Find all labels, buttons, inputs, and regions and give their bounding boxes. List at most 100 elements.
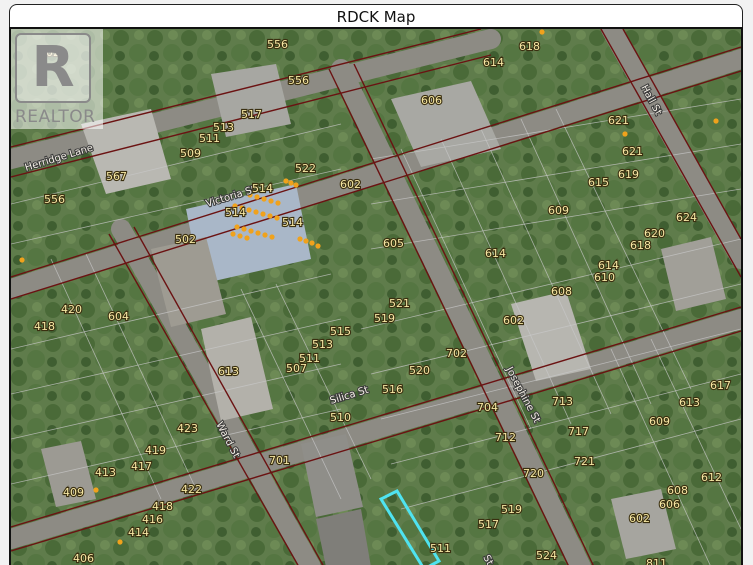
point-marker	[19, 257, 25, 263]
lot-number-label: 610	[594, 271, 615, 284]
lot-number-label: 418	[152, 500, 173, 513]
lot-number-label: 614	[483, 56, 504, 69]
lot-number-label: 606	[659, 498, 680, 511]
lot-number-label: 416	[142, 513, 163, 526]
lot-number-label: 514	[252, 182, 273, 195]
lot-number-label: 418	[34, 320, 55, 333]
lot-number-label: 608	[551, 285, 572, 298]
realtor-wordmark: REALTOR	[15, 107, 96, 127]
point-marker	[274, 215, 280, 221]
point-marker	[288, 180, 294, 186]
lot-number-label: 522	[295, 162, 316, 175]
lot-number-label: 519	[374, 312, 395, 325]
point-marker	[93, 487, 99, 493]
lot-number-label: 516	[382, 383, 403, 396]
lot-number-label: 612	[701, 471, 722, 484]
lot-number-label: 514	[282, 216, 303, 229]
lot-number-label: 524	[536, 549, 557, 562]
lot-number-label: 507	[286, 362, 307, 375]
point-marker	[241, 226, 247, 232]
point-marker	[117, 539, 123, 545]
lot-number-label: 721	[574, 455, 595, 468]
lot-number-label: 720	[523, 467, 544, 480]
lot-number-label: 556	[288, 74, 309, 87]
lot-number-label: 621	[622, 145, 643, 158]
point-marker	[253, 209, 259, 215]
lot-number-label: 704	[477, 401, 498, 414]
lot-number-label: 701	[269, 454, 290, 467]
lot-number-label: 713	[552, 395, 573, 408]
lot-number-label: 406	[73, 552, 94, 565]
point-marker	[315, 243, 321, 249]
point-marker	[275, 200, 281, 206]
lot-number-label: 618	[519, 40, 540, 53]
lot-number-label: 712	[495, 431, 516, 444]
lot-number-label: 420	[61, 303, 82, 316]
point-marker	[293, 182, 299, 188]
lot-number-label: 423	[177, 422, 198, 435]
lot-number-label: 606	[421, 94, 442, 107]
lot-number-label: 602	[340, 178, 361, 191]
lot-number-label: 608	[667, 484, 688, 497]
aerial-map[interactable]: Herridge Lane Victoria St Silica St Ward…	[11, 29, 741, 565]
lot-number-label: 556	[267, 38, 288, 51]
lot-number-label: 615	[588, 176, 609, 189]
lot-number-label: 510	[330, 411, 351, 424]
lot-number-label: 502	[175, 233, 196, 246]
lot-number-label: 605	[383, 237, 404, 250]
lot-number-label: 511	[430, 542, 451, 555]
lot-number-label: 414	[128, 526, 149, 539]
point-marker	[283, 178, 289, 184]
realtor-logo-icon: R	[15, 33, 91, 103]
point-marker	[297, 236, 303, 242]
lot-number-label: 609	[548, 204, 569, 217]
realtor-watermark: R REALTOR	[11, 29, 103, 129]
point-marker	[303, 238, 309, 244]
lot-number-label: 515	[330, 325, 351, 338]
lot-number-label: 422	[181, 483, 202, 496]
point-marker	[230, 231, 236, 237]
lot-number-label: 613	[218, 365, 239, 378]
lot-number-label: 413	[95, 466, 116, 479]
lot-number-label: 409	[63, 486, 84, 499]
point-marker	[539, 29, 545, 35]
point-marker	[255, 230, 261, 236]
lot-number-label: 567	[106, 170, 127, 183]
lot-number-label: 604	[108, 310, 129, 323]
lot-number-label: 617	[710, 379, 731, 392]
lot-number-label: 624	[676, 211, 697, 224]
lot-number-label: 514	[225, 206, 246, 219]
point-marker	[269, 234, 275, 240]
point-marker	[622, 131, 628, 137]
point-marker	[268, 198, 274, 204]
lot-number-label: 417	[131, 460, 152, 473]
point-marker	[246, 207, 252, 213]
lot-number-label: 717	[568, 425, 589, 438]
lot-number-label: 619	[618, 168, 639, 181]
lot-number-label: 614	[485, 247, 506, 260]
point-marker	[713, 118, 719, 124]
lot-number-label: 613	[679, 396, 700, 409]
point-marker	[244, 235, 250, 241]
point-marker	[262, 232, 268, 238]
map-window: RDCK Map Herridge Lane Victoria St Silic…	[0, 0, 753, 565]
point-marker	[234, 224, 240, 230]
lot-number-label: 521	[389, 297, 410, 310]
lot-number-label: 556	[44, 193, 65, 206]
point-marker	[260, 211, 266, 217]
lot-number-label: 520	[409, 364, 430, 377]
lot-number-label: 702	[446, 347, 467, 360]
lot-number-label: 811	[646, 557, 667, 565]
lot-number-label: 609	[649, 415, 670, 428]
lot-number-label: 509	[180, 147, 201, 160]
map-title: RDCK Map	[9, 4, 743, 28]
lot-number-label: 618	[630, 239, 651, 252]
point-marker	[261, 196, 267, 202]
point-marker	[237, 233, 243, 239]
lot-number-label: 602	[503, 314, 524, 327]
lot-number-label: 517	[241, 108, 262, 121]
lot-number-label: 517	[478, 518, 499, 531]
lot-number-label: 513	[312, 338, 333, 351]
lot-number-label: 511	[199, 132, 220, 145]
map-view[interactable]: Herridge Lane Victoria St Silica St Ward…	[9, 27, 743, 565]
